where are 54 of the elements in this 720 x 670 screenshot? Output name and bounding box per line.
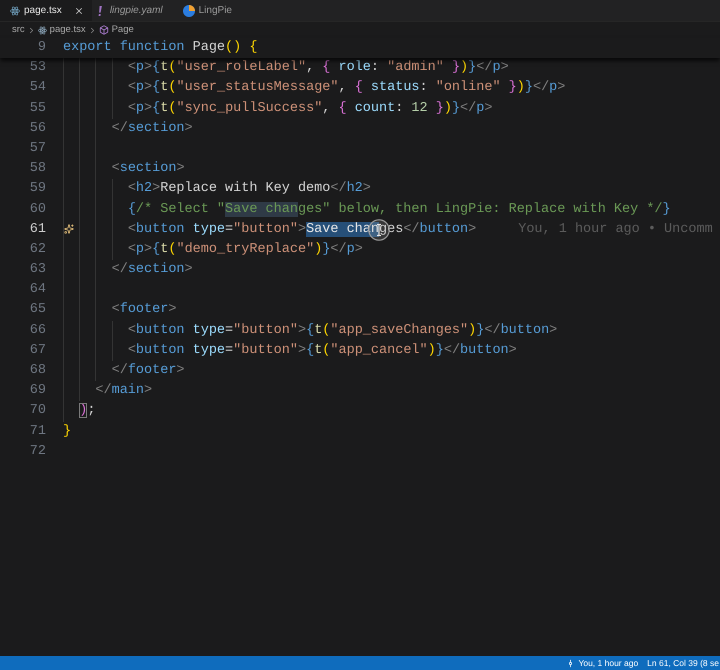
code-line: <button type="button">{t("app_saveChanges")}</button> <box>128 322 558 340</box>
code-line: <p>{t("user_roleLabel", { role: "admin" })}</p> <box>128 59 509 78</box>
code-line: <section> <box>112 160 185 178</box>
code-line: </section> <box>112 120 193 138</box>
line-number: 68 <box>28 362 46 380</box>
code-line: <p>{t("sync_pullSuccess", { count: 12 })}</p> <box>128 100 492 118</box>
line-number: 54 <box>28 79 46 98</box>
editor-tab[interactable]: lingpie.yaml <box>92 0 177 21</box>
code-line: } <box>63 422 72 441</box>
line-number: 59 <box>28 180 46 198</box>
code-line: <p>{t("demo_tryReplace")}</p> <box>128 240 363 259</box>
line-number: 64 <box>28 281 46 300</box>
line-number: 72 <box>28 442 46 461</box>
blame-annotation: You, 1 hour ago • Uncomm <box>518 220 713 239</box>
code-line: ); <box>79 402 96 420</box>
atom-icon <box>10 6 20 16</box>
line-number: 69 <box>28 382 46 400</box>
line-number: 58 <box>28 160 46 178</box>
line-number: 62 <box>28 240 46 259</box>
line-number: 66 <box>28 322 46 340</box>
code-line: </main> <box>95 382 152 400</box>
breadcrumb-item[interactable]: Page <box>98 22 134 38</box>
atom-icon <box>38 26 47 34</box>
breadcrumb-item[interactable]: page.tsx <box>38 22 86 38</box>
line-number: 56 <box>28 120 46 138</box>
sparkle-icon[interactable] <box>64 224 74 234</box>
pie-icon <box>182 4 195 16</box>
line-number: 63 <box>28 261 46 280</box>
cube-icon <box>98 25 109 35</box>
breadcrumb-item[interactable]: src <box>12 22 25 38</box>
code-line: export function Page() { <box>63 39 258 57</box>
code-line: </section> <box>112 261 193 280</box>
close-icon[interactable] <box>74 6 84 16</box>
status-item[interactable]: You, 1 hour ago <box>566 656 638 670</box>
line-number: 53 <box>28 59 46 78</box>
code-line: {/* Select "Save changes" below, then LingPie: Replace with Key */} <box>128 200 671 218</box>
line-number: 65 <box>28 301 46 320</box>
line-number: 60 <box>28 200 46 218</box>
code-line: <button type="button">{t("app_cancel")}</button> <box>128 342 517 360</box>
code-line: <p>{t("user_statusMessage", { status: "online" })}</p> <box>128 79 566 98</box>
editor-tab[interactable]: page.tsx <box>0 0 92 21</box>
code-line: <h2>Replace with Key demo</h2> <box>128 180 371 198</box>
line-number: 70 <box>28 402 46 420</box>
code-line: <footer> <box>112 301 176 320</box>
code-line: </footer> <box>112 362 185 380</box>
editor-tab[interactable]: LingPie <box>176 0 246 21</box>
line-number: 57 <box>28 140 46 158</box>
line-number: 55 <box>28 100 46 118</box>
status-item[interactable]: Ln 61, Col 39 (8 se <box>647 656 719 670</box>
line-number: 67 <box>28 342 46 360</box>
exclamation-icon <box>98 6 102 16</box>
line-number: 71 <box>28 422 46 441</box>
line-number: 9 <box>36 39 46 57</box>
line-number: 61 <box>28 220 46 239</box>
